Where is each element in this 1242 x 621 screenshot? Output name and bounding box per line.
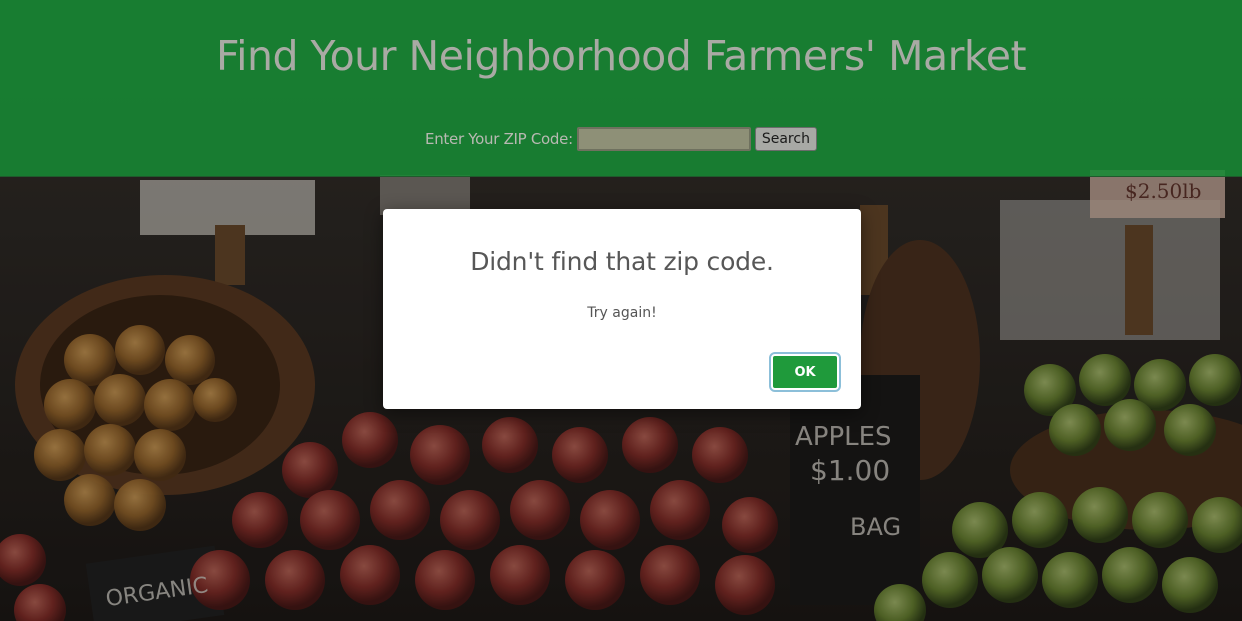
page: APPLES $1.00 BAG ORGANIC $2.50lb Find Yo… <box>0 0 1242 621</box>
dialog-title: Didn't find that zip code. <box>470 247 774 276</box>
dialog-message: Try again! <box>587 305 657 321</box>
alert-dialog: Didn't find that zip code. Try again! OK <box>383 209 861 409</box>
modal-overlay: Didn't find that zip code. Try again! OK <box>0 0 1242 621</box>
ok-button[interactable]: OK <box>769 352 841 392</box>
